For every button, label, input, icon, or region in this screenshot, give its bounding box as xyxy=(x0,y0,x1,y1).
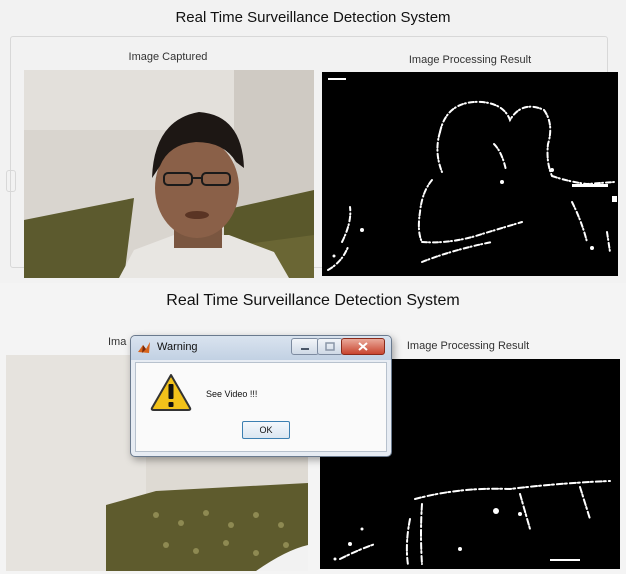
maximize-button[interactable] xyxy=(317,338,343,355)
dialog-titlebar[interactable]: Warning xyxy=(131,336,391,360)
warning-dialog: Warning See Video !!! OK xyxy=(130,335,392,457)
ghost-control xyxy=(6,170,16,192)
minimize-icon xyxy=(301,348,309,350)
close-button[interactable] xyxy=(341,338,385,355)
dialog-body: See Video !!! OK xyxy=(135,362,387,452)
result-label: Image Processing Result xyxy=(408,54,532,66)
captured-label: Ima xyxy=(108,336,127,348)
system-title: Real Time Surveillance Detection System xyxy=(166,292,460,309)
ok-button[interactable]: OK xyxy=(242,421,290,439)
system-title: Real Time Surveillance Detection System xyxy=(175,9,451,26)
matlab-icon xyxy=(137,341,151,355)
maximize-icon xyxy=(325,342,335,351)
close-icon xyxy=(358,342,368,351)
captured-image xyxy=(24,70,314,278)
processing-result-image xyxy=(322,72,618,276)
warning-icon xyxy=(150,373,192,411)
top-figure-window: Real Time Surveillance Detection System … xyxy=(0,0,626,283)
captured-label: Image Captured xyxy=(128,51,208,63)
dialog-title: Warning xyxy=(157,341,198,353)
dialog-message: See Video !!! xyxy=(206,389,258,399)
minimize-button[interactable] xyxy=(291,338,319,355)
